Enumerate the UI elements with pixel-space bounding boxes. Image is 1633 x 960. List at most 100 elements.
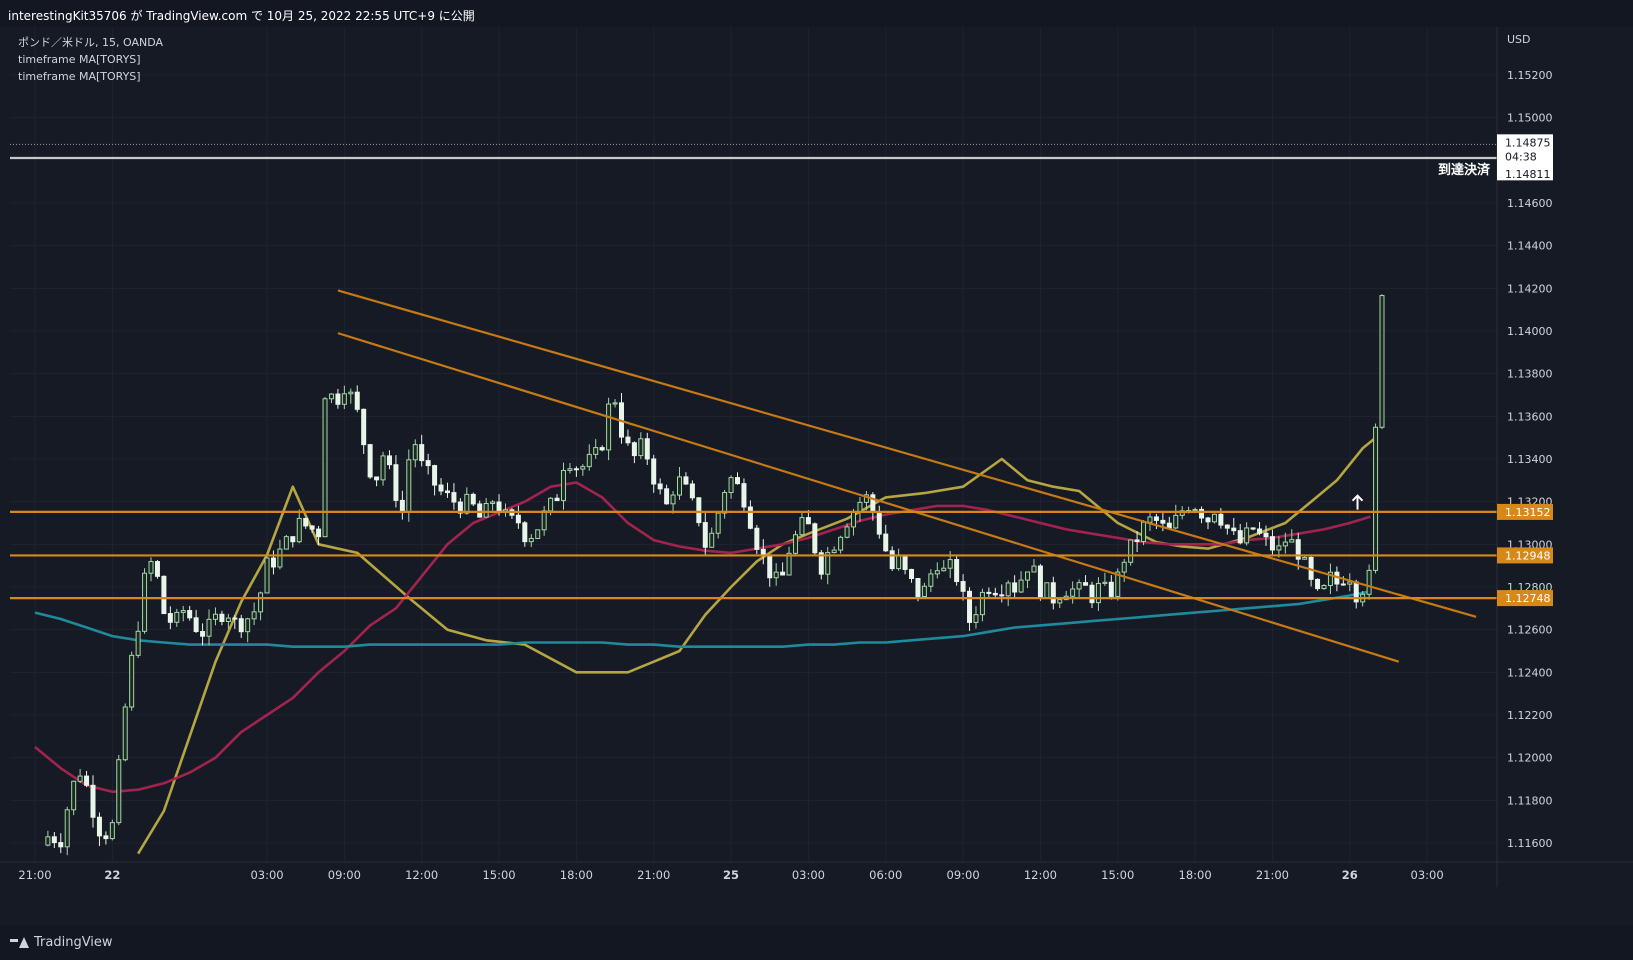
candle bbox=[934, 562, 940, 579]
candle bbox=[335, 388, 341, 409]
candle-body bbox=[844, 526, 850, 538]
candle-body bbox=[206, 618, 212, 637]
candle bbox=[419, 434, 425, 467]
candle bbox=[986, 587, 992, 598]
candle-body bbox=[174, 611, 180, 623]
candle-body bbox=[419, 444, 425, 462]
candle bbox=[1379, 294, 1385, 430]
candle bbox=[644, 432, 650, 466]
candle bbox=[238, 614, 244, 638]
price-level-label: 1.12948 bbox=[1497, 547, 1553, 564]
candle-body bbox=[960, 581, 966, 592]
price-chart[interactable]: 到達決済 USD 1.11600 1.11800 1.12000 1.12200 1.124… bbox=[0, 27, 1633, 925]
candle-body bbox=[154, 561, 160, 577]
candle bbox=[393, 455, 399, 508]
candle-body bbox=[322, 398, 328, 538]
candle-body bbox=[1102, 581, 1108, 584]
tradingview-logo[interactable]: TradingView bbox=[10, 935, 113, 950]
candle-body bbox=[483, 503, 489, 518]
candle bbox=[122, 703, 128, 762]
candle-body bbox=[876, 511, 882, 535]
time-axis-tick-label: 21:00 bbox=[1256, 868, 1289, 882]
candle-body bbox=[438, 484, 444, 492]
symbol-label: ポンド／米ドル, 15, OANDA bbox=[18, 36, 164, 49]
candle bbox=[515, 505, 521, 529]
candle-body bbox=[896, 555, 902, 570]
candle-body bbox=[1153, 516, 1159, 521]
time-axis-tick-label: 03:00 bbox=[1411, 868, 1444, 882]
candle-body bbox=[77, 775, 83, 782]
price-axis-tick-label: 1.13600 bbox=[1507, 410, 1553, 423]
candle-body bbox=[412, 444, 418, 461]
candle-body bbox=[1089, 584, 1095, 604]
time-axis-tick-label: 15:00 bbox=[1101, 868, 1134, 882]
candle bbox=[245, 617, 251, 643]
time-axis-tick-label: 15:00 bbox=[482, 868, 515, 882]
candle bbox=[960, 574, 966, 601]
candle-body bbox=[290, 536, 296, 543]
candle bbox=[1076, 579, 1082, 599]
time-axis-tick-label: 21:00 bbox=[637, 868, 670, 882]
candle-body bbox=[612, 402, 618, 405]
target-level-value: 1.14811 bbox=[1505, 168, 1551, 181]
candle bbox=[709, 527, 715, 548]
price-axis-tick-label: 1.13800 bbox=[1507, 368, 1553, 381]
price-axis-tick-label: 1.12400 bbox=[1507, 666, 1553, 679]
candle-body bbox=[780, 571, 786, 576]
candle-body bbox=[1379, 295, 1385, 428]
candle-body bbox=[786, 552, 792, 576]
candle-body bbox=[535, 529, 541, 539]
candle bbox=[1102, 572, 1108, 586]
candle-body bbox=[1347, 581, 1353, 585]
candle bbox=[206, 609, 212, 646]
candle-body bbox=[999, 594, 1005, 597]
candle-body bbox=[1250, 527, 1256, 530]
candle bbox=[889, 546, 895, 571]
candle-body bbox=[354, 391, 360, 410]
candle bbox=[432, 464, 438, 496]
candle bbox=[264, 555, 270, 594]
candle bbox=[857, 496, 863, 522]
candle-body bbox=[722, 492, 728, 514]
candle-body bbox=[464, 493, 470, 514]
price-axis-tick-label: 1.12600 bbox=[1507, 624, 1553, 637]
candle-body bbox=[1302, 556, 1308, 560]
candle-body bbox=[915, 578, 921, 597]
candle bbox=[967, 587, 973, 631]
price-axis-tick-label: 1.12000 bbox=[1507, 752, 1553, 765]
candle-body bbox=[116, 759, 122, 824]
candle-body bbox=[1108, 581, 1114, 597]
candle-body bbox=[1147, 516, 1153, 523]
candle-body bbox=[187, 610, 193, 619]
time-axis-tick-label: 03:00 bbox=[250, 868, 283, 882]
candle-body bbox=[1237, 530, 1243, 544]
time-axis-tick-label: 18:00 bbox=[1179, 868, 1212, 882]
candle-body bbox=[367, 444, 373, 478]
candle bbox=[1269, 529, 1275, 557]
candle-body bbox=[477, 503, 483, 518]
candle bbox=[560, 462, 566, 510]
candle-body bbox=[90, 784, 96, 818]
candle bbox=[425, 453, 431, 475]
candle bbox=[71, 780, 77, 816]
candle bbox=[477, 500, 483, 518]
candle-body bbox=[45, 836, 51, 846]
candle-body bbox=[741, 483, 747, 508]
candle bbox=[58, 833, 64, 854]
candle bbox=[161, 575, 167, 615]
candle-body bbox=[670, 494, 676, 505]
candle-body bbox=[522, 522, 528, 543]
candle bbox=[1173, 504, 1179, 530]
candle-body bbox=[1005, 582, 1011, 597]
candle-body bbox=[1012, 582, 1018, 593]
candle-body bbox=[1141, 521, 1147, 542]
candle-body bbox=[264, 557, 270, 594]
candle-body bbox=[167, 613, 173, 623]
candle-body bbox=[361, 408, 367, 446]
candle-body bbox=[851, 511, 857, 528]
candle-body bbox=[567, 468, 573, 471]
candle bbox=[1166, 516, 1172, 529]
candle bbox=[444, 482, 450, 498]
candle-body bbox=[122, 706, 128, 761]
footer-bar bbox=[0, 925, 1633, 960]
